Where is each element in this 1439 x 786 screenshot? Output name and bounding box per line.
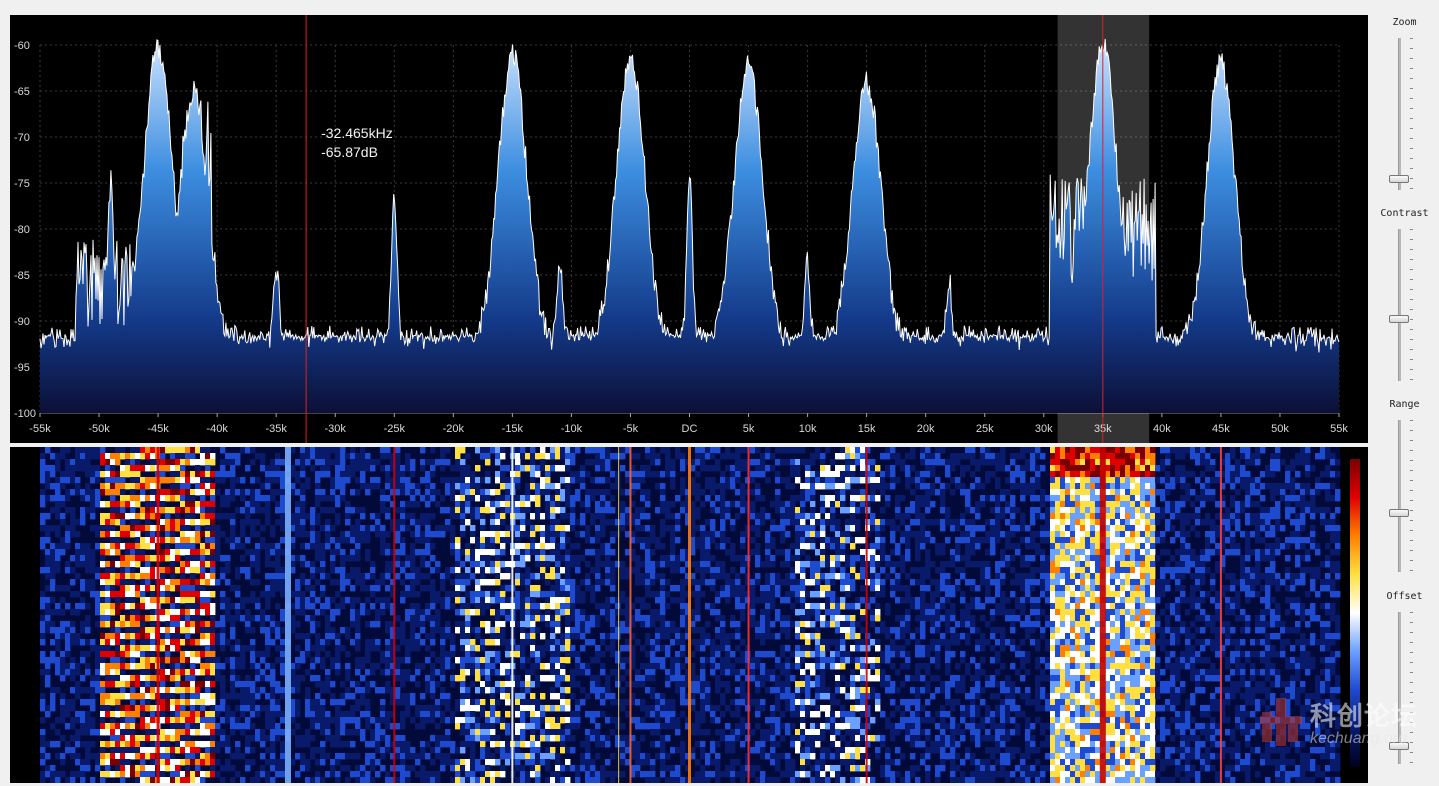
cursor-level-readout: -65.87dB [321, 144, 378, 160]
waterfall-svg[interactable] [10, 447, 1368, 783]
spectrum-plot[interactable]: -60 -65 -70 -75 -80 -85 -90 -95 -100 -55k -50k -45k… [10, 15, 1368, 443]
x-tick-label: 15k [858, 423, 876, 435]
offset-label: Offset [1386, 591, 1423, 602]
x-tick-label: DC [682, 423, 698, 435]
range-track[interactable] [1398, 420, 1401, 572]
x-tick-label: -40k [206, 423, 228, 435]
x-tick-label: -5k [623, 423, 639, 435]
toolbar-strip [0, 0, 1370, 14]
contrast-label: Contrast [1380, 208, 1429, 219]
x-tick-label: 50k [1271, 423, 1289, 435]
x-tick-label: 45k [1212, 423, 1230, 435]
y-tick-label: -65 [14, 86, 30, 98]
range-slider-group: Range [1370, 398, 1439, 578]
watermark-title: 科创论坛 [1310, 701, 1419, 731]
zoom-label: Zoom [1392, 17, 1417, 28]
watermark-url: kechuang.org [1310, 730, 1407, 747]
side-panel: Zoom Contrast Range Offset [1370, 0, 1439, 786]
waterfall-carrier-line [284, 447, 291, 783]
forum-logo-icon [1260, 698, 1302, 746]
cursor-frequency-readout: -32.465kHz [321, 125, 393, 141]
watermark: 科创论坛 kechuang.org [1258, 690, 1428, 760]
range-label: Range [1389, 399, 1420, 410]
x-tick-label: -50k [88, 423, 110, 435]
range-slider-thumb[interactable] [1389, 509, 1409, 518]
x-tick-label: -55k [29, 423, 51, 435]
x-tick-label: 20k [917, 423, 935, 435]
y-tick-label: -95 [14, 362, 30, 374]
spectrum-svg[interactable]: -60 -65 -70 -75 -80 -85 -90 -95 -100 -55k -50k -45k… [10, 15, 1368, 443]
y-tick-label: -75 [14, 178, 30, 190]
x-tick-label: -20k [443, 423, 465, 435]
waterfall-carrier-line [629, 447, 632, 783]
x-tick-label: 25k [976, 423, 994, 435]
x-tick-label: -45k [147, 423, 169, 435]
waterfall-carrier-line [1219, 447, 1222, 783]
y-tick-label: -100 [14, 408, 36, 420]
x-tick-label: -25k [384, 423, 406, 435]
x-tick-label: 40k [1153, 423, 1171, 435]
waterfall-carrier-line [618, 447, 620, 783]
contrast-track[interactable] [1398, 229, 1401, 381]
waterfall-carrier-line [688, 447, 691, 783]
y-tick-label: -90 [14, 316, 30, 328]
x-tick-label: -15k [502, 423, 524, 435]
y-tick-label: -60 [14, 40, 30, 52]
slider-ticks [1410, 420, 1414, 572]
x-tick-label: -35k [265, 423, 287, 435]
zoom-slider-group: Zoom [1370, 16, 1439, 196]
x-tick-label: 5k [743, 423, 755, 435]
waterfall-display[interactable] [10, 447, 1368, 783]
x-tick-label: 10k [799, 423, 817, 435]
x-tick-label: 30k [1035, 423, 1053, 435]
contrast-slider-thumb[interactable] [1389, 315, 1409, 324]
waterfall-carrier-line [865, 447, 868, 783]
y-tick-label: -80 [14, 224, 30, 236]
x-tick-label: 55k [1330, 423, 1348, 435]
waterfall-carrier-line [511, 447, 514, 783]
waterfall-carrier-line [393, 447, 396, 783]
x-tick-label: -30k [325, 423, 347, 435]
zoom-track[interactable] [1398, 38, 1401, 190]
y-tick-label: -85 [14, 270, 30, 282]
x-tick-label: -10k [561, 423, 583, 435]
waterfall-carrier-line [156, 447, 160, 783]
slider-ticks [1410, 229, 1414, 381]
y-tick-label: -70 [14, 132, 30, 144]
waterfall-carrier-line [747, 447, 750, 783]
zoom-slider-thumb[interactable] [1389, 174, 1409, 183]
contrast-slider-group: Contrast [1370, 207, 1439, 387]
waterfall-carrier-line [1099, 447, 1106, 783]
slider-ticks [1410, 38, 1414, 190]
